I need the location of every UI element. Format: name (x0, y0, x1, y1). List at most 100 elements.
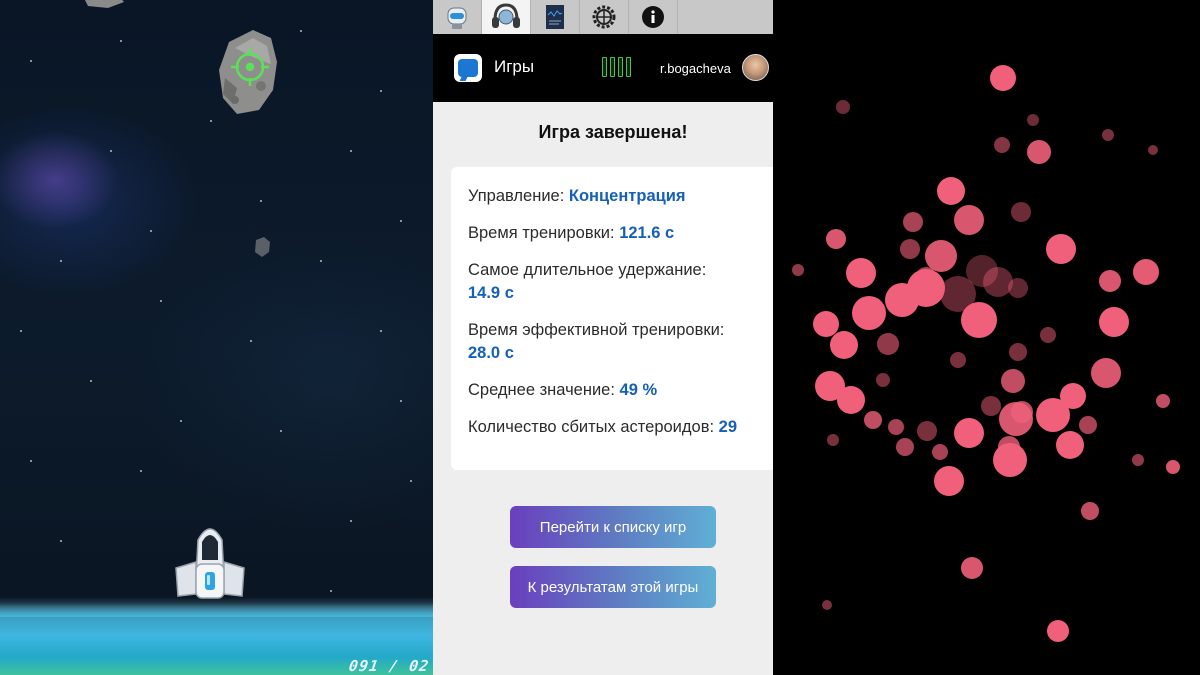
star (260, 200, 262, 202)
bubble (907, 269, 945, 307)
star (120, 40, 122, 42)
bubble (993, 443, 1027, 477)
star (180, 420, 182, 422)
tab-report[interactable] (531, 0, 580, 34)
spaceship (175, 528, 245, 599)
star (380, 330, 382, 332)
star (330, 590, 332, 592)
bubble (888, 419, 904, 435)
info-icon (642, 6, 664, 28)
bubble (900, 239, 920, 259)
bubble (932, 444, 948, 460)
stat-control-label: Управление: (468, 187, 569, 205)
bubble (1001, 369, 1025, 393)
stat-asteroids-value: 29 (718, 418, 738, 436)
app-panel: Игры r.bogacheva Игра завершена! Управле… (433, 0, 773, 675)
username: r.bogacheva (660, 61, 731, 76)
star (250, 340, 252, 342)
stat-average: Среднее значение: 49 % (468, 379, 768, 402)
bubble (937, 177, 965, 205)
bubble (876, 373, 890, 387)
bubble (1132, 454, 1144, 466)
bubble (1166, 460, 1180, 474)
bubble (1046, 234, 1076, 264)
small-asteroid (255, 237, 270, 257)
avatar[interactable] (742, 54, 769, 81)
games-list-button[interactable]: Перейти к списку игр (510, 506, 716, 548)
stat-effective-time-label: Время эффективной тренировки: (468, 321, 725, 339)
stat-asteroids-label: Количество сбитых астероидов: (468, 418, 719, 436)
bubble (1027, 114, 1039, 126)
game-counter: 091 / 02 (347, 657, 431, 675)
star (280, 430, 282, 432)
app-logo (454, 54, 482, 82)
star (150, 230, 152, 232)
bubble (999, 402, 1033, 436)
bubble (1081, 502, 1099, 520)
bubble (1011, 202, 1031, 222)
gear-icon (592, 5, 616, 29)
bubble (1040, 327, 1056, 343)
bubble (826, 229, 846, 249)
bubble (846, 258, 876, 288)
stat-control-value: Концентрация (568, 187, 686, 205)
result-title: Игра завершена! (538, 122, 688, 142)
bubble (852, 296, 886, 330)
bubble (1156, 394, 1170, 408)
tab-settings[interactable] (580, 0, 629, 34)
stat-average-value: 49 % (619, 381, 658, 399)
bubble (1133, 259, 1159, 285)
bubble (896, 438, 914, 456)
star (300, 30, 302, 32)
app-header: Игры r.bogacheva (433, 34, 773, 102)
star (60, 540, 62, 542)
bubble (1036, 398, 1070, 432)
bubble (1102, 129, 1114, 141)
bubble (917, 421, 937, 441)
star (400, 220, 402, 222)
bubble (1008, 278, 1028, 298)
asteroid (85, 0, 124, 8)
target-asteroid (219, 30, 277, 114)
star (110, 150, 112, 152)
bubble (981, 396, 1001, 416)
star (320, 260, 322, 262)
bubble (1099, 307, 1129, 337)
bubble (903, 212, 923, 232)
bubble (864, 411, 882, 429)
bubble (830, 331, 858, 359)
star (140, 470, 142, 472)
stat-longest-hold-label: Самое длительное удержание: (468, 261, 707, 279)
bubble (1091, 358, 1121, 388)
tab-profile[interactable] (433, 0, 482, 34)
stat-asteroids: Количество сбитых астероидов: 29 (468, 416, 768, 439)
bubble (990, 65, 1016, 91)
bubble (954, 205, 984, 235)
star (410, 480, 412, 482)
stat-average-label: Среднее значение: (468, 381, 620, 399)
stats-card: Управление: Концентрация Время тренировк… (451, 167, 773, 470)
bubbles-view (773, 0, 1200, 675)
game-results-button[interactable]: К результатам этой игры (510, 566, 716, 608)
bubble (1027, 140, 1051, 164)
tab-info[interactable] (629, 0, 678, 34)
stat-longest-hold-value: 14.9 с (468, 284, 514, 302)
bubble (950, 352, 966, 368)
bubble (877, 333, 899, 355)
headphones-icon (492, 3, 520, 28)
star (90, 380, 92, 382)
bubble (827, 434, 839, 446)
tab-bar (433, 0, 773, 34)
bubble (822, 600, 832, 610)
signal-indicator (602, 57, 631, 77)
bubble (1079, 416, 1097, 434)
star (350, 150, 352, 152)
star (210, 120, 212, 122)
bubble (1056, 431, 1084, 459)
bubble (994, 137, 1010, 153)
star (400, 400, 402, 402)
star (30, 460, 32, 462)
tab-neuro[interactable] (482, 0, 531, 34)
bubble (961, 557, 983, 579)
bubble (836, 100, 850, 114)
